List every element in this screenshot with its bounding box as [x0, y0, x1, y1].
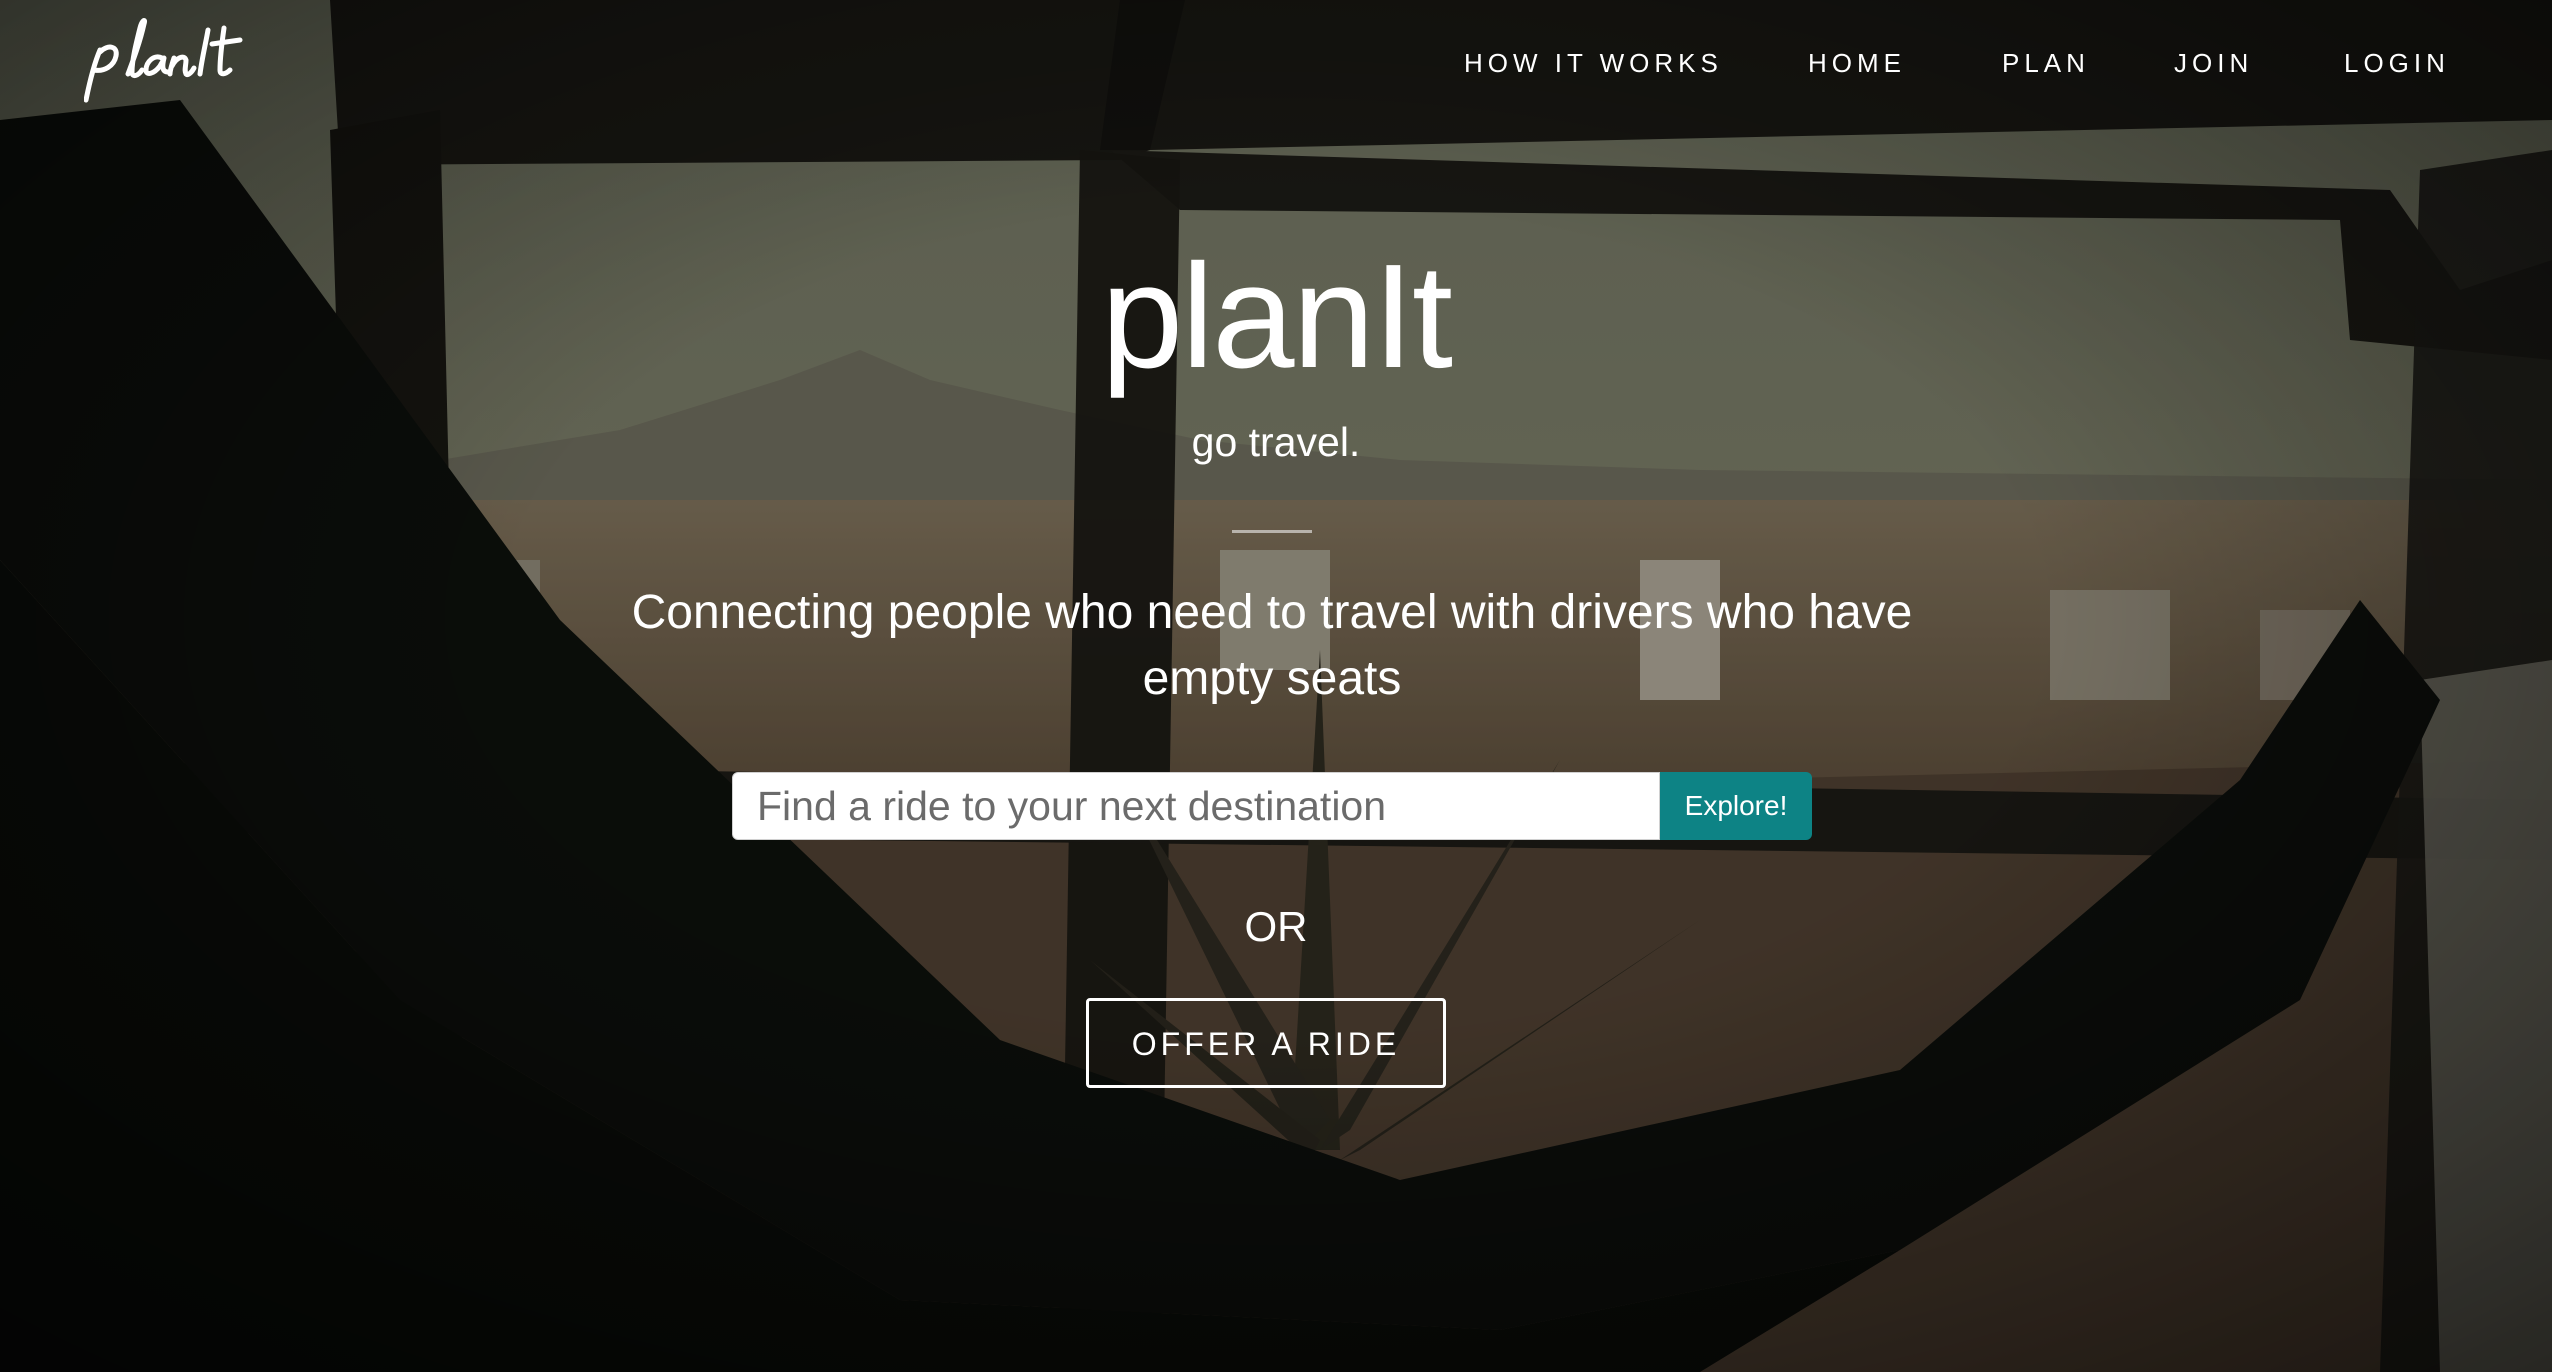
nav-item-home[interactable]: HOME: [1808, 46, 1906, 80]
landing-page: HOW IT WORKS HOME PLAN JOIN LOGIN planIt…: [0, 0, 2552, 1372]
nav-item-plan[interactable]: PLAN: [2002, 46, 2090, 80]
ride-search: Explore!: [732, 772, 1812, 840]
hero-tagline: Connecting people who need to travel wit…: [631, 586, 1913, 705]
planit-logo[interactable]: [83, 14, 254, 106]
hero-divider: [1232, 530, 1312, 533]
destination-search-input[interactable]: [732, 772, 1660, 840]
nav-item-login[interactable]: LOGIN: [2344, 46, 2450, 80]
explore-button[interactable]: Explore!: [1660, 772, 1812, 840]
nav-item-how-it-works[interactable]: HOW IT WORKS: [1464, 46, 1723, 80]
hero-subtitle: go travel.: [1191, 419, 1361, 465]
hero-title: planIt: [1100, 234, 1453, 399]
nav-item-join[interactable]: JOIN: [2174, 46, 2253, 80]
or-separator: OR: [1244, 903, 1308, 950]
planit-script-logo-icon: [83, 18, 243, 103]
offer-a-ride-button[interactable]: OFFER A RIDE: [1086, 998, 1446, 1088]
